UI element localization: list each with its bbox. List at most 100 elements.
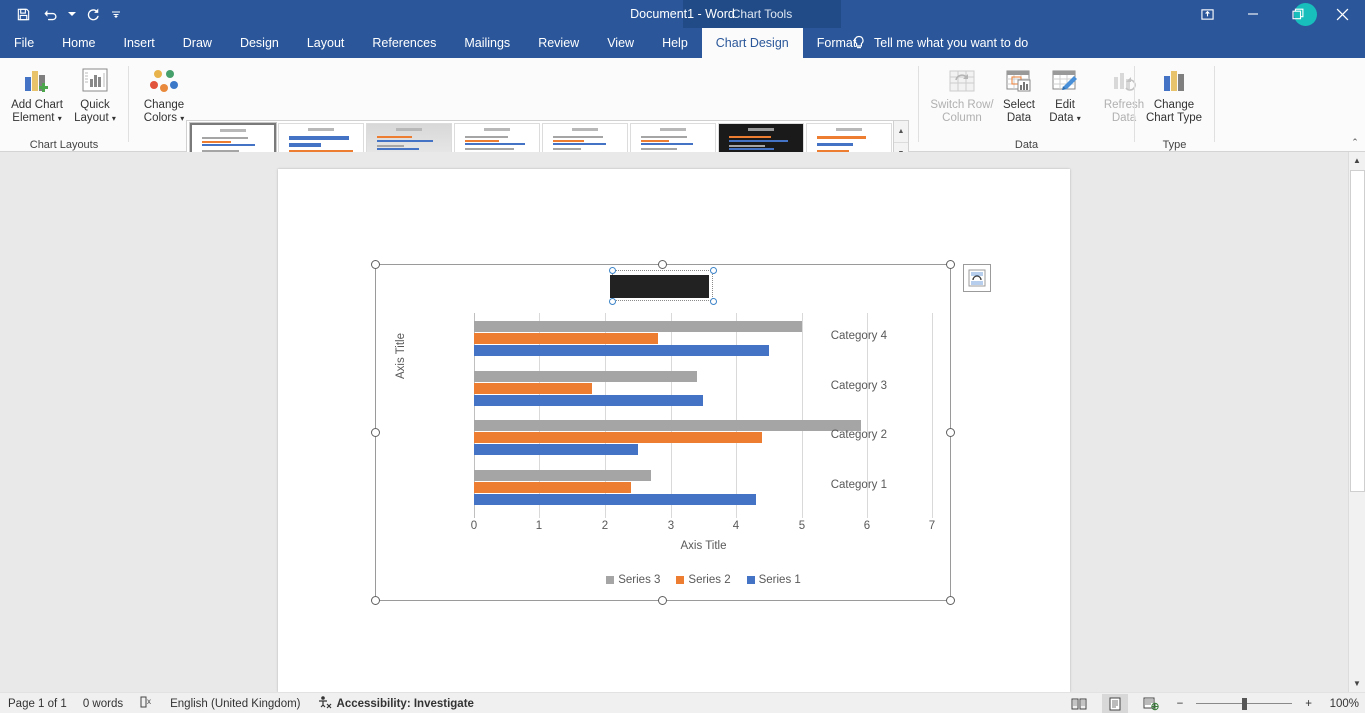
add-chart-element-icon: [21, 62, 53, 96]
redo-icon[interactable]: [80, 2, 106, 26]
close-icon[interactable]: [1320, 0, 1365, 28]
bar-series2-category2[interactable]: [474, 432, 762, 443]
bar-series3-category2[interactable]: [474, 420, 861, 431]
tab-design[interactable]: Design: [226, 28, 293, 58]
chart-handle-middle-right[interactable]: [946, 428, 955, 437]
legend-item-series-3[interactable]: Series 3: [606, 574, 660, 586]
zoom-out-button[interactable]: −: [1174, 698, 1187, 710]
chart-handle-top-center[interactable]: [658, 260, 667, 269]
title-handle-top-right[interactable]: [710, 267, 717, 274]
undo-icon[interactable]: [38, 2, 64, 26]
select-data-button[interactable]: Select Data: [995, 62, 1043, 134]
tab-help[interactable]: Help: [648, 28, 702, 58]
vertical-scrollbar[interactable]: ▲ ▼: [1348, 152, 1365, 692]
chart-title-editbox[interactable]: 2024 Graph: [610, 270, 713, 301]
category-label-3: Category 3: [830, 380, 887, 392]
web-layout-icon[interactable]: [1138, 694, 1164, 713]
bar-series2-category3[interactable]: [474, 383, 592, 394]
tab-view[interactable]: View: [593, 28, 648, 58]
zoom-slider-knob[interactable]: [1242, 697, 1248, 710]
word-count[interactable]: 0 words: [83, 698, 123, 710]
tab-file[interactable]: File: [0, 28, 48, 58]
legend-item-series-2[interactable]: Series 2: [676, 574, 731, 586]
chart-handle-bottom-left[interactable]: [371, 596, 380, 605]
value-axis-ticks: 0 1 2 3 4 5 6 7: [470, 520, 935, 536]
window-controls: [1185, 0, 1365, 28]
bar-series1-category4[interactable]: [474, 345, 769, 356]
edit-data-icon: [1050, 62, 1080, 96]
thumb-title-bar: [279, 128, 363, 132]
edit-data-label: Edit Data ▾: [1049, 99, 1081, 124]
legend-swatch-series-2: [676, 576, 685, 584]
tab-review[interactable]: Review: [524, 28, 593, 58]
language-indicator[interactable]: English (United Kingdom): [170, 698, 300, 710]
xtick-4: 4: [732, 520, 740, 532]
legend-item-series-1[interactable]: Series 1: [746, 574, 801, 586]
bar-series3-category1[interactable]: [474, 470, 651, 481]
chart-handle-top-right[interactable]: [946, 260, 955, 269]
bar-series2-category1[interactable]: [474, 482, 631, 493]
accessibility-label: Accessibility: Investigate: [336, 697, 474, 710]
zoom-level-label[interactable]: 100%: [1325, 698, 1359, 710]
layout-options-button[interactable]: [963, 264, 991, 292]
vertical-axis-title[interactable]: Axis Title: [395, 333, 407, 379]
bar-series3-category4[interactable]: [474, 321, 802, 332]
change-colors-label: Change Colors ▾: [143, 99, 185, 124]
text-cursor: [610, 275, 709, 298]
undo-dropdown-icon[interactable]: [66, 2, 78, 26]
accessibility-status[interactable]: Accessibility: Investigate: [317, 695, 474, 712]
switch-row-column-button[interactable]: Switch Row/Column: [929, 62, 995, 134]
title-handle-bottom-right[interactable]: [710, 298, 717, 305]
chart-handle-middle-left[interactable]: [371, 428, 380, 437]
restore-icon[interactable]: [1275, 0, 1320, 28]
zoom-slider[interactable]: [1196, 697, 1293, 710]
bar-series1-category3[interactable]: [474, 395, 703, 406]
horizontal-axis-title[interactable]: Axis Title: [474, 540, 933, 552]
customize-qat-icon[interactable]: [108, 2, 124, 26]
tab-mailings[interactable]: Mailings: [450, 28, 524, 58]
layout-options-icon: [968, 269, 986, 287]
gallery-scroll-up-icon[interactable]: ▲: [894, 121, 908, 143]
chart-handle-bottom-right[interactable]: [946, 596, 955, 605]
xtick-0: 0: [470, 520, 478, 532]
read-mode-icon[interactable]: [1066, 694, 1092, 713]
tab-chart-design[interactable]: Chart Design: [701, 28, 803, 58]
collapse-ribbon-icon[interactable]: ⌃: [1347, 134, 1363, 150]
chart-handle-bottom-center[interactable]: [658, 596, 667, 605]
edit-data-button[interactable]: Edit Data ▾: [1039, 62, 1091, 134]
tab-draw[interactable]: Draw: [169, 28, 226, 58]
tab-insert[interactable]: Insert: [110, 28, 169, 58]
print-layout-icon[interactable]: [1101, 694, 1128, 713]
bar-series2-category4[interactable]: [474, 333, 658, 344]
bar-series1-category1[interactable]: [474, 494, 756, 505]
change-chart-type-button[interactable]: Change Chart Type: [1141, 62, 1207, 134]
tell-me-search[interactable]: Tell me what you want to do: [852, 28, 1028, 58]
tab-layout[interactable]: Layout: [293, 28, 359, 58]
add-chart-element-button[interactable]: Add Chart Element ▾: [4, 62, 70, 134]
tab-home[interactable]: Home: [48, 28, 109, 58]
ribbon-separator-4: [1214, 66, 1215, 142]
zoom-in-button[interactable]: +: [1302, 698, 1315, 710]
title-handle-bottom-left[interactable]: [609, 298, 616, 305]
scroll-down-icon[interactable]: ▼: [1349, 675, 1365, 692]
chart-handle-top-left[interactable]: [371, 260, 380, 269]
ribbon-group-data: Switch Row/Column Select Data Edit Data …: [919, 58, 1144, 152]
legend-label-series-1: Series 1: [758, 574, 801, 586]
title-handle-top-left[interactable]: [609, 267, 616, 274]
ribbon-display-options-icon[interactable]: [1185, 0, 1230, 28]
bar-series1-category2[interactable]: [474, 444, 638, 455]
minimize-icon[interactable]: [1230, 0, 1275, 28]
scroll-up-icon[interactable]: ▲: [1349, 152, 1365, 169]
tab-references[interactable]: References: [358, 28, 450, 58]
chart-legend[interactable]: Series 3 Series 2 Series 1: [474, 574, 933, 586]
bar-series3-category3[interactable]: [474, 371, 697, 382]
scrollbar-thumb[interactable]: [1350, 170, 1365, 492]
save-icon[interactable]: [10, 2, 36, 26]
ribbon-tabs: File Home Insert Draw Design Layout Refe…: [0, 28, 870, 58]
page-indicator[interactable]: Page 1 of 1: [8, 698, 67, 710]
proofing-errors-icon[interactable]: x: [139, 695, 154, 712]
lightbulb-icon: [852, 35, 866, 51]
quick-layout-button[interactable]: Quick Layout ▾: [62, 62, 128, 134]
quick-layout-label: Quick Layout ▾: [74, 99, 116, 124]
svg-text:x: x: [147, 697, 151, 706]
